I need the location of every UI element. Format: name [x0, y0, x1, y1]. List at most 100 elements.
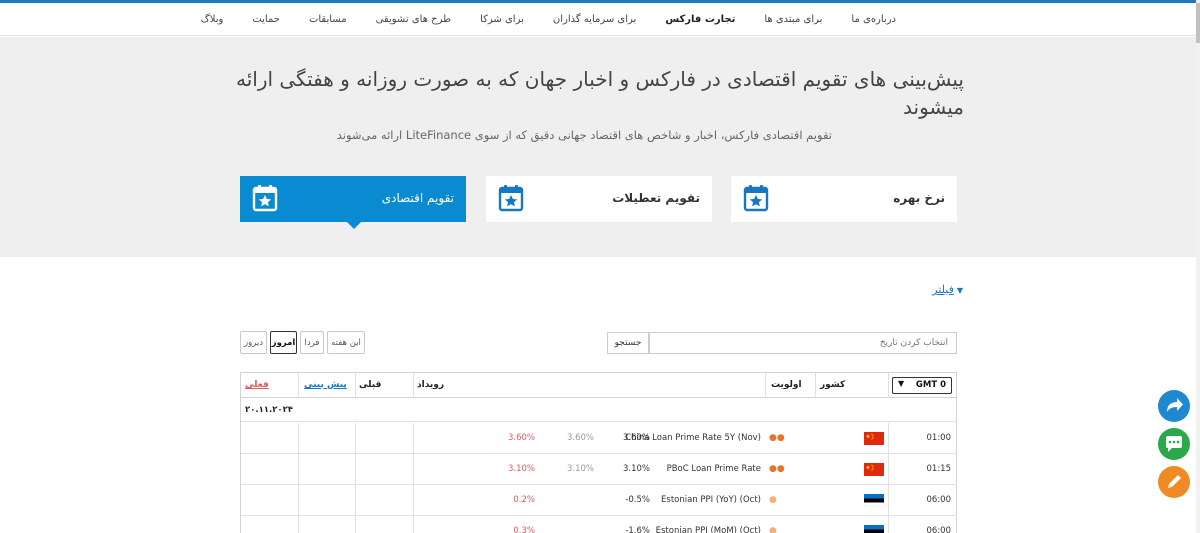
- actual-value: 3.60%: [507, 433, 535, 443]
- column-divider: [298, 373, 299, 398]
- date-label: ۲۰.۱۱.۲۰۲۴: [245, 405, 293, 415]
- china-flag-icon: [864, 432, 884, 445]
- column-divider: [355, 516, 356, 533]
- china-flag-icon: [864, 463, 884, 476]
- calendar-star-icon: [252, 184, 278, 212]
- page-title: پیش‌بینی های تقویم اقتصادی در فارکس و اخ…: [235, 67, 964, 119]
- previous-value: 3.10%: [622, 464, 650, 474]
- nav-item-partners[interactable]: برای شرکا: [480, 14, 524, 25]
- previous-value: -0.5%: [625, 495, 650, 505]
- tab-label: نرخ بهره: [893, 191, 945, 205]
- date-group-row: ۲۰.۱۱.۲۰۲۴: [241, 399, 957, 422]
- column-divider: [298, 454, 299, 484]
- column-divider: [413, 373, 414, 398]
- event-time: 06:00: [926, 526, 952, 533]
- chat-button[interactable]: [1158, 428, 1190, 460]
- event-time: 01:00: [926, 433, 952, 443]
- economic-calendar-table: GMT 0 ▼ کشور اولویت رویداد قبلی پیش بینی…: [240, 372, 957, 533]
- column-divider: [298, 423, 299, 453]
- column-divider: [298, 485, 299, 515]
- column-divider: [413, 516, 414, 533]
- column-divider: [888, 485, 889, 515]
- actual-value: 0.2%: [513, 495, 535, 505]
- header-country: کشور: [820, 380, 846, 390]
- timezone-value: GMT 0: [915, 380, 946, 390]
- column-divider: [815, 373, 816, 398]
- calendar-star-icon: [743, 184, 769, 212]
- header-actual[interactable]: فعلی: [245, 373, 269, 397]
- column-divider: [888, 454, 889, 484]
- event-time: 01:15: [926, 464, 952, 474]
- date-picker-input[interactable]: [649, 332, 957, 354]
- tomorrow-button[interactable]: فردا: [300, 331, 324, 354]
- forecast-value: 3.10%: [566, 464, 594, 474]
- today-button[interactable]: امروز: [270, 331, 297, 354]
- table-header: GMT 0 ▼ کشور اولویت رویداد قبلی پیش بینی…: [241, 373, 957, 398]
- caret-down-icon: ▼: [956, 286, 963, 295]
- nav-item-promotions[interactable]: طرح های تشویقی: [376, 14, 451, 25]
- nav-item-forex-trading[interactable]: تجارت فارکس: [665, 14, 735, 25]
- previous-value: 3.60%: [622, 433, 650, 443]
- column-divider: [765, 373, 766, 398]
- importance-dots: ●: [769, 495, 777, 505]
- event-name[interactable]: Estonian PPI (MoM) (Oct): [656, 516, 761, 533]
- event-name[interactable]: Estonian PPI (YoY) (Oct): [661, 485, 761, 515]
- page-scrollbar[interactable]: [1196, 0, 1200, 533]
- importance-dots: ●●: [769, 464, 785, 474]
- actual-value: 3.10%: [507, 464, 535, 474]
- column-divider: [413, 454, 414, 484]
- column-divider: [355, 423, 356, 453]
- tab-interest-rates[interactable]: نرخ بهره: [731, 176, 957, 222]
- tab-holiday-calendar[interactable]: تقویم تعطیلات: [486, 176, 712, 222]
- chat-bubble-icon: [1166, 436, 1182, 452]
- tab-economic-calendar[interactable]: تقویم اقتصادی: [240, 176, 466, 229]
- tab-label: تقویم تعطیلات: [612, 191, 700, 205]
- column-divider: [888, 516, 889, 533]
- nav-item-contests[interactable]: مسابقات: [309, 14, 347, 25]
- share-button[interactable]: [1158, 390, 1190, 422]
- top-navigation: درباره‌ی ما برای مبتدی ها تجارت فارکس بر…: [0, 3, 1196, 36]
- this-week-button[interactable]: این هفته: [327, 331, 365, 354]
- column-divider: [355, 454, 356, 484]
- estonia-flag-icon: [864, 525, 884, 533]
- column-divider: [413, 423, 414, 453]
- timezone-select[interactable]: GMT 0 ▼: [892, 377, 952, 394]
- event-time: 06:00: [926, 495, 952, 505]
- nav-item-beginners[interactable]: برای مبتدی ها: [764, 14, 822, 25]
- column-divider: [888, 373, 889, 398]
- column-divider: [355, 373, 356, 398]
- header-event: رویداد: [417, 380, 445, 390]
- estonia-flag-icon: [863, 494, 885, 508]
- nav-menu: درباره‌ی ما برای مبتدی ها تجارت فارکس بر…: [201, 3, 896, 36]
- nav-item-support[interactable]: حمایت: [252, 14, 280, 25]
- importance-dots: ●: [769, 526, 777, 533]
- filter-label: فیلتر: [932, 283, 954, 296]
- event-name[interactable]: PBoC Loan Prime Rate: [667, 454, 761, 484]
- header-forecast[interactable]: پیش بینی: [304, 373, 347, 397]
- search-button[interactable]: جستجو: [607, 332, 649, 354]
- previous-value: -1.6%: [625, 526, 650, 533]
- nav-item-about[interactable]: درباره‌ی ما: [851, 14, 896, 25]
- yesterday-button[interactable]: دیروز: [240, 331, 267, 354]
- nav-item-investors[interactable]: برای سرمایه گذاران: [553, 14, 636, 25]
- table-row[interactable]: 01:15 ●● PBoC Loan Prime Rate 3.10% 3.10…: [241, 454, 957, 485]
- pencil-icon: [1168, 475, 1181, 488]
- actual-value: 0.3%: [513, 526, 535, 533]
- nav-item-blog[interactable]: وبلاگ: [201, 14, 224, 25]
- filter-toggle[interactable]: ▼فیلتر: [921, 283, 963, 296]
- calendar-star-icon: [498, 184, 524, 212]
- table-row[interactable]: 01:00 ●● China Loan Prime Rate 5Y (Nov) …: [241, 423, 957, 454]
- chevron-down-icon: ▼: [898, 379, 905, 388]
- column-divider: [355, 485, 356, 515]
- scrollbar-thumb[interactable]: [1196, 3, 1200, 43]
- active-tab-pointer: [347, 222, 361, 229]
- table-row[interactable]: 06:00 ● Estonian PPI (MoM) (Oct) -1.6% 0…: [241, 516, 957, 533]
- share-arrow-icon: [1167, 398, 1183, 412]
- column-divider: [413, 485, 414, 515]
- tab-label: تقویم اقتصادی: [381, 191, 454, 205]
- hero-section: پیش‌بینی های تقویم اقتصادی در فارکس و اخ…: [0, 37, 1196, 257]
- importance-dots: ●●: [769, 433, 785, 443]
- header-importance: اولویت: [771, 380, 802, 390]
- feedback-button[interactable]: [1158, 466, 1190, 498]
- table-row[interactable]: 06:00 ● Estonian PPI (YoY) (Oct) -0.5% 0…: [241, 485, 957, 516]
